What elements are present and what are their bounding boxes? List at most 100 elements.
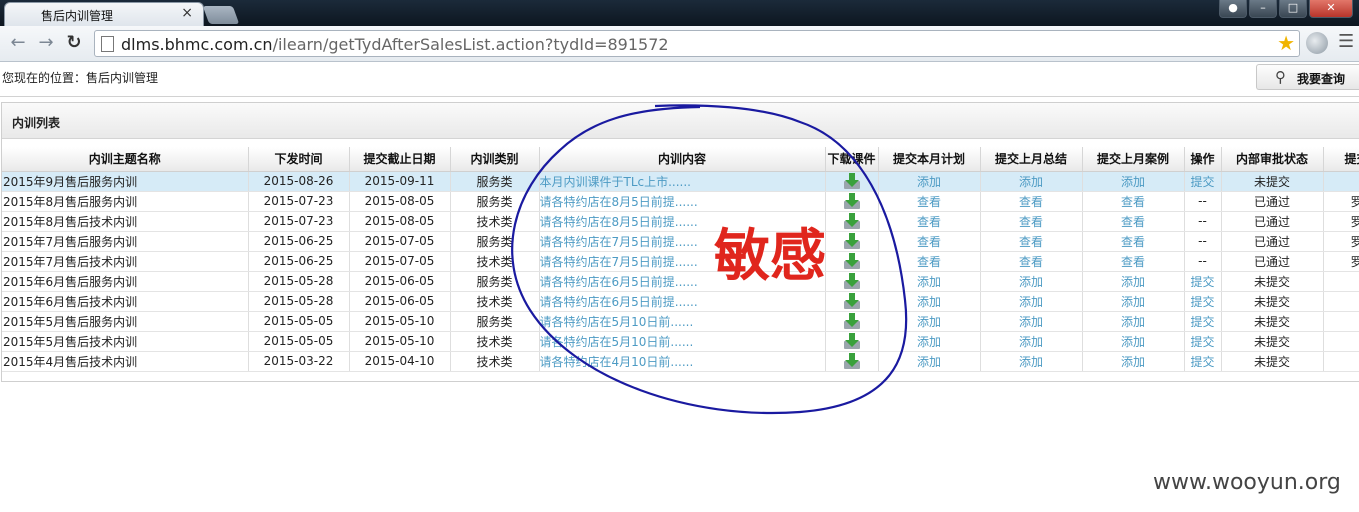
maximize-icon[interactable]: □ [1279,0,1307,18]
close-window-icon[interactable]: ✕ [1309,0,1353,18]
summary-action-link[interactable]: 查看 [1019,235,1043,249]
content-link[interactable]: 请各特约店在6月5日前提...... [539,291,826,312]
plan-action-link[interactable]: 添加 [917,315,941,329]
plan-action-link[interactable]: 查看 [917,235,941,249]
table-row[interactable]: 2015年5月售后服务内训 2015-05-05 2015-05-10 服务类 请各特约… [2,311,1359,332]
summary-action-link[interactable]: 添加 [1019,315,1043,329]
table-row[interactable]: 2015年8月售后服务内训 2015-07-23 2015-08-05 服务类 请各特约… [2,191,1359,212]
back-icon[interactable]: ← [6,31,30,55]
approval-status-cell: 已通过 [1221,211,1324,232]
download-icon[interactable] [843,332,861,350]
browser-tab[interactable]: 售后内训管理 × [4,2,204,26]
download-icon[interactable] [843,232,861,250]
summary-action-link[interactable]: 查看 [1019,215,1043,229]
minimize-icon[interactable]: – [1249,0,1277,18]
table-cell: 添加 [1082,331,1185,352]
case-action-link[interactable]: 查看 [1121,255,1145,269]
download-icon[interactable] [843,192,861,210]
page-icon [101,36,114,52]
query-button[interactable]: ⚲ 我要查询 [1256,64,1359,90]
plan-action-link[interactable]: 添加 [917,275,941,289]
close-tab-icon[interactable]: × [181,5,193,21]
download-icon[interactable] [843,312,861,330]
download-icon[interactable] [843,292,861,310]
column-header[interactable]: 提交截止日期 [349,147,451,172]
training-title-cell: 2015年5月售后服务内训 [2,311,249,332]
reload-icon[interactable]: ↻ [62,31,86,55]
summary-action-link[interactable]: 查看 [1019,195,1043,209]
column-header[interactable]: 提交本月计划 [878,147,981,172]
case-action-link[interactable]: 添加 [1121,275,1145,289]
plan-action-link[interactable]: 添加 [917,295,941,309]
operation-cell[interactable]: 提交 [1190,355,1214,369]
operation-cell[interactable]: 提交 [1190,315,1214,329]
summary-action-link[interactable]: 添加 [1019,355,1043,369]
plan-action-link[interactable]: 添加 [917,335,941,349]
content-link[interactable]: 请各特约店在5月10日前...... [539,331,826,352]
operation-cell[interactable]: 提交 [1190,335,1214,349]
plan-action-link[interactable]: 查看 [917,195,941,209]
table-row[interactable]: 2015年8月售后技术内训 2015-07-23 2015-08-05 技术类 请各特约… [2,211,1359,232]
download-icon[interactable] [843,272,861,290]
wrench-icon[interactable]: ☰ [1338,31,1354,52]
column-header[interactable]: 操作 [1184,147,1222,172]
column-header[interactable]: 提交上月总结 [980,147,1083,172]
globe-icon[interactable] [1306,32,1328,54]
plan-action-link[interactable]: 添加 [917,175,941,189]
table-row[interactable]: 2015年4月售后技术内训 2015-03-22 2015-04-10 技术类 请各特约… [2,351,1359,372]
table-row[interactable]: 2015年5月售后技术内训 2015-05-05 2015-05-10 技术类 请各特约… [2,331,1359,352]
column-header[interactable]: 提交人 [1323,147,1359,172]
case-action-link[interactable]: 添加 [1121,295,1145,309]
operation-cell[interactable]: 提交 [1190,175,1214,189]
download-icon[interactable] [843,252,861,270]
column-header[interactable]: 内部审批状态 [1221,147,1324,172]
column-header[interactable]: 内训类别 [450,147,540,172]
summary-action-link[interactable]: 添加 [1019,275,1043,289]
column-header[interactable]: 下发时间 [248,147,350,172]
content-link[interactable]: 请各特约店在8月5日前提...... [539,191,826,212]
summary-action-link[interactable]: 查看 [1019,255,1043,269]
user-icon[interactable]: ● [1219,0,1247,18]
star-icon[interactable]: ★ [1277,31,1295,55]
download-icon[interactable] [843,352,861,370]
new-tab-button[interactable] [202,6,240,24]
summary-action-link[interactable]: 添加 [1019,335,1043,349]
plan-action-link[interactable]: 添加 [917,355,941,369]
operation-cell[interactable]: 提交 [1190,295,1214,309]
category-cell: 技术类 [450,351,540,372]
table-row[interactable]: 2015年9月售后服务内训 2015-08-26 2015-09-11 服务类 本月内训… [2,171,1359,192]
case-action-link[interactable]: 添加 [1121,315,1145,329]
column-header[interactable]: 提交上月案例 [1082,147,1185,172]
case-action-link[interactable]: 添加 [1121,335,1145,349]
download-icon[interactable] [843,172,861,190]
case-action-link[interactable]: 添加 [1121,355,1145,369]
column-header[interactable]: 内训主题名称 [2,147,249,172]
column-header[interactable]: 下载课件 [825,147,879,172]
column-header[interactable]: 内训内容 [539,147,826,172]
content-link[interactable]: 请各特约店在4月10日前...... [539,351,826,372]
summary-action-link[interactable]: 添加 [1019,295,1043,309]
table-cell: 查看 [980,191,1083,212]
table-cell: 添加 [980,291,1083,312]
content-link[interactable]: 本月内训课件于TLc上市...... [539,171,826,192]
table-row[interactable]: 2015年6月售后服务内训 2015-05-28 2015-06-05 服务类 请各特约… [2,271,1359,292]
plan-action-link[interactable]: 查看 [917,215,941,229]
table-row[interactable]: 2015年7月售后服务内训 2015-06-25 2015-07-05 服务类 请各特约… [2,231,1359,252]
case-action-link[interactable]: 查看 [1121,195,1145,209]
case-action-link[interactable]: 查看 [1121,235,1145,249]
deadline-cell: 2015-09-11 [349,171,451,192]
address-bar[interactable]: dlms.bhmc.com.cn/ilearn/getTydAfterSales… [94,30,1300,57]
table-cell: 添加 [878,351,981,372]
submitter-cell [1323,311,1359,332]
case-action-link[interactable]: 查看 [1121,215,1145,229]
case-action-link[interactable]: 添加 [1121,175,1145,189]
summary-action-link[interactable]: 添加 [1019,175,1043,189]
forward-icon[interactable]: → [34,31,58,55]
operation-cell[interactable]: 提交 [1190,275,1214,289]
table-row[interactable]: 2015年7月售后技术内训 2015-06-25 2015-07-05 技术类 请各特约… [2,251,1359,272]
download-icon[interactable] [843,212,861,230]
content-link[interactable]: 请各特约店在5月10日前...... [539,311,826,332]
table-row[interactable]: 2015年6月售后技术内训 2015-05-28 2015-06-05 技术类 请各特约… [2,291,1359,312]
issue-date-cell: 2015-05-05 [248,331,350,352]
plan-action-link[interactable]: 查看 [917,255,941,269]
